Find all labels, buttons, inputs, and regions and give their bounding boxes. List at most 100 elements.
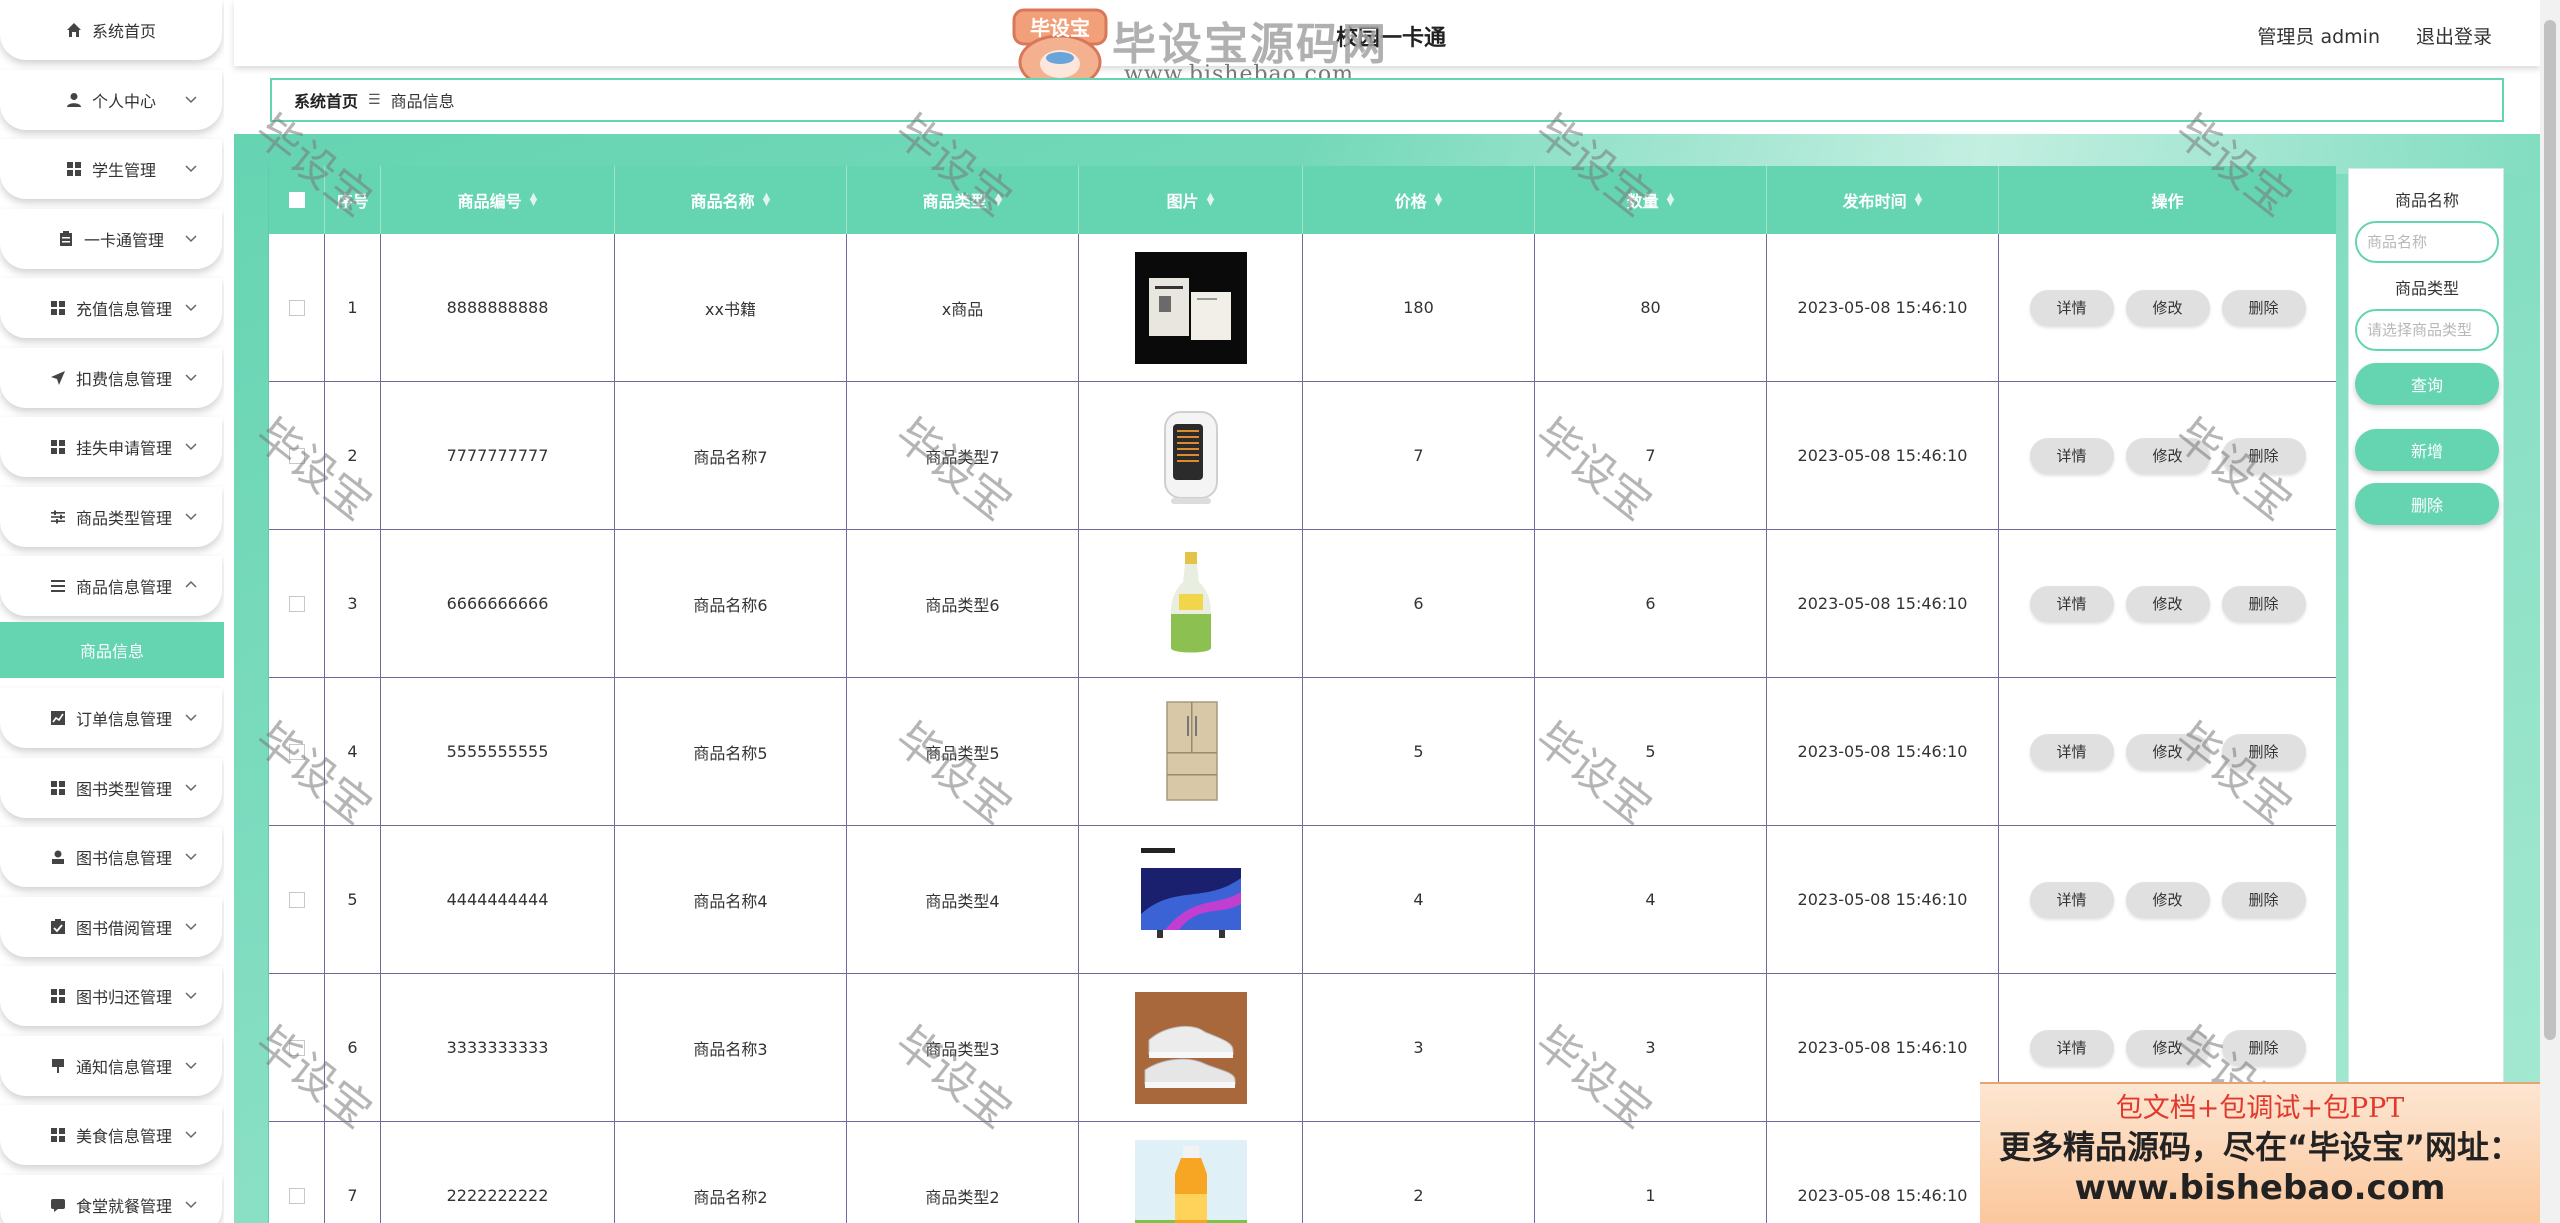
logout-link[interactable]: 退出登录: [2416, 22, 2492, 49]
row-checkbox[interactable]: [288, 891, 305, 908]
heater-image[interactable]: [1134, 399, 1247, 512]
delete-button[interactable]: 删除: [2221, 733, 2306, 770]
sidebar-item-label: 食堂就餐管理: [75, 1197, 172, 1216]
query-button[interactable]: 查询: [2355, 363, 2499, 405]
tv-image[interactable]: [1134, 843, 1247, 956]
shoes-image[interactable]: [1134, 991, 1247, 1104]
row-checkbox[interactable]: [288, 743, 305, 760]
book-image[interactable]: [1134, 251, 1247, 364]
cell-type: x商品: [847, 234, 1079, 381]
delete-button[interactable]: 删除: [2221, 585, 2306, 622]
sidebar-item-food[interactable]: 美食信息管理: [0, 1105, 222, 1165]
col-code[interactable]: 商品编号 ▲ ▼: [381, 166, 615, 234]
detail-button[interactable]: 详情: [2029, 1029, 2114, 1066]
cell-qty: 1: [1535, 1122, 1767, 1223]
flag-icon: [50, 1058, 66, 1074]
sidebar-item-card[interactable]: 一卡通管理: [0, 209, 222, 269]
chat-icon: [50, 1197, 66, 1213]
col-qty[interactable]: 数量 ▲ ▼: [1535, 166, 1767, 234]
edit-button[interactable]: 修改: [2125, 733, 2210, 770]
detail-button[interactable]: 详情: [2029, 289, 2114, 326]
sidebar: 系统首页 个人中心 学生管理 一卡通管理 充值信息管理 扣费信息管理 挂失申请管…: [0, 0, 224, 1223]
cell-name: 商品名称2: [615, 1122, 847, 1223]
cell-price: 2: [1303, 1122, 1535, 1223]
cell-type: 商品类型6: [847, 530, 1079, 677]
chevron-down-icon: [185, 443, 197, 451]
bottle-image[interactable]: [1134, 547, 1247, 660]
edit-button[interactable]: 修改: [2125, 1029, 2210, 1066]
detail-button[interactable]: 详情: [2029, 733, 2114, 770]
col-price[interactable]: 价格 ▲ ▼: [1303, 166, 1535, 234]
cell-actions: 详情 修改 删除: [1999, 234, 2336, 381]
cell-name: 商品名称4: [615, 826, 847, 973]
detail-button[interactable]: 详情: [2029, 437, 2114, 474]
col-image[interactable]: 图片 ▲ ▼: [1079, 166, 1303, 234]
sidebar-subitem-goods-info[interactable]: 商品信息: [0, 622, 224, 678]
cell-image: [1079, 530, 1303, 677]
grid-icon: [66, 161, 82, 177]
sidebar-item-goods-info[interactable]: 商品信息管理: [0, 556, 222, 616]
cell-type: 商品类型2: [847, 1122, 1079, 1223]
row-checkbox[interactable]: [288, 447, 305, 464]
promo-line-1: 包文档+包调试+包PPT: [2115, 1093, 2405, 1124]
cell-price: 7: [1303, 382, 1535, 529]
sidebar-item-recharge[interactable]: 充值信息管理: [0, 278, 222, 338]
sidebar-item-book-info[interactable]: 图书信息管理: [0, 827, 222, 887]
edit-button[interactable]: 修改: [2125, 437, 2210, 474]
sidebar-item-label: 图书归还管理: [75, 988, 172, 1007]
sidebar-item-deduction[interactable]: 扣费信息管理: [0, 348, 222, 408]
edit-button[interactable]: 修改: [2125, 881, 2210, 918]
sort-icon: ▲ ▼: [1914, 191, 1923, 208]
cell-code: 3333333333: [381, 974, 615, 1121]
breadcrumb-home[interactable]: 系统首页: [294, 88, 358, 112]
col-time[interactable]: 发布时间 ▲ ▼: [1767, 166, 1999, 234]
batch-delete-button[interactable]: 删除: [2355, 483, 2499, 525]
col-type[interactable]: 商品类型 ▲ ▼: [847, 166, 1079, 234]
chevron-down-icon: [185, 513, 197, 521]
sidebar-item-orders[interactable]: 订单信息管理: [0, 688, 222, 748]
scrollbar-thumb[interactable]: [2544, 20, 2556, 1040]
select-all-checkbox[interactable]: [288, 192, 305, 208]
sidebar-item-notice[interactable]: 通知信息管理: [0, 1036, 222, 1096]
delete-button[interactable]: 删除: [2221, 437, 2306, 474]
sidebar-item-canteen[interactable]: 食堂就餐管理: [0, 1175, 222, 1223]
name-filter-input[interactable]: [2355, 221, 2499, 263]
sidebar-item-home[interactable]: 系统首页: [0, 0, 222, 60]
sidebar-item-students[interactable]: 学生管理: [0, 139, 222, 199]
row-checkbox[interactable]: [288, 1187, 305, 1204]
cell-type: 商品类型7: [847, 382, 1079, 529]
add-button[interactable]: 新增: [2355, 429, 2499, 471]
chevron-down-icon: [185, 235, 197, 243]
fridge-image[interactable]: [1134, 695, 1247, 808]
sidebar-item-loss-report[interactable]: 挂失申请管理: [0, 417, 222, 477]
cell-name: 商品名称7: [615, 382, 847, 529]
juice-image[interactable]: [1134, 1139, 1247, 1223]
col-name[interactable]: 商品名称 ▲ ▼: [615, 166, 847, 234]
sidebar-item-label: 图书信息管理: [75, 849, 172, 868]
type-filter-select[interactable]: [2355, 309, 2499, 351]
cell-image: [1079, 1122, 1303, 1223]
sidebar-item-personal[interactable]: 个人中心: [0, 70, 222, 130]
table-header: 序号 商品编号 ▲ ▼ 商品名称 ▲ ▼ 商品类型 ▲ ▼ 图片 ▲ ▼ 价格 ▲ ▼ 数量 ▲ ▼ 发…: [269, 166, 2336, 234]
delete-button[interactable]: 删除: [2221, 881, 2306, 918]
sidebar-item-label: 图书借阅管理: [75, 919, 172, 938]
edit-button[interactable]: 修改: [2125, 585, 2210, 622]
grid-icon: [50, 988, 66, 1004]
sidebar-item-goods-type[interactable]: 商品类型管理: [0, 487, 222, 547]
sort-icon: ▲ ▼: [762, 191, 771, 208]
sidebar-item-book-return[interactable]: 图书归还管理: [0, 966, 222, 1026]
cell-image: [1079, 382, 1303, 529]
detail-button[interactable]: 详情: [2029, 585, 2114, 622]
page-scrollbar[interactable]: [2540, 0, 2560, 1223]
cell-image: [1079, 974, 1303, 1121]
row-checkbox[interactable]: [288, 299, 305, 316]
delete-button[interactable]: 删除: [2221, 289, 2306, 326]
edit-button[interactable]: 修改: [2125, 289, 2210, 326]
promo-banner[interactable]: 包文档+包调试+包PPT 更多精品源码，尽在“毕设宝”网址： www.bishe…: [1980, 1082, 2540, 1223]
row-checkbox[interactable]: [288, 1039, 305, 1056]
row-checkbox[interactable]: [288, 595, 305, 612]
delete-button[interactable]: 删除: [2221, 1029, 2306, 1066]
detail-button[interactable]: 详情: [2029, 881, 2114, 918]
sidebar-item-book-borrow[interactable]: 图书借阅管理: [0, 897, 222, 957]
sidebar-item-book-type[interactable]: 图书类型管理: [0, 758, 222, 818]
